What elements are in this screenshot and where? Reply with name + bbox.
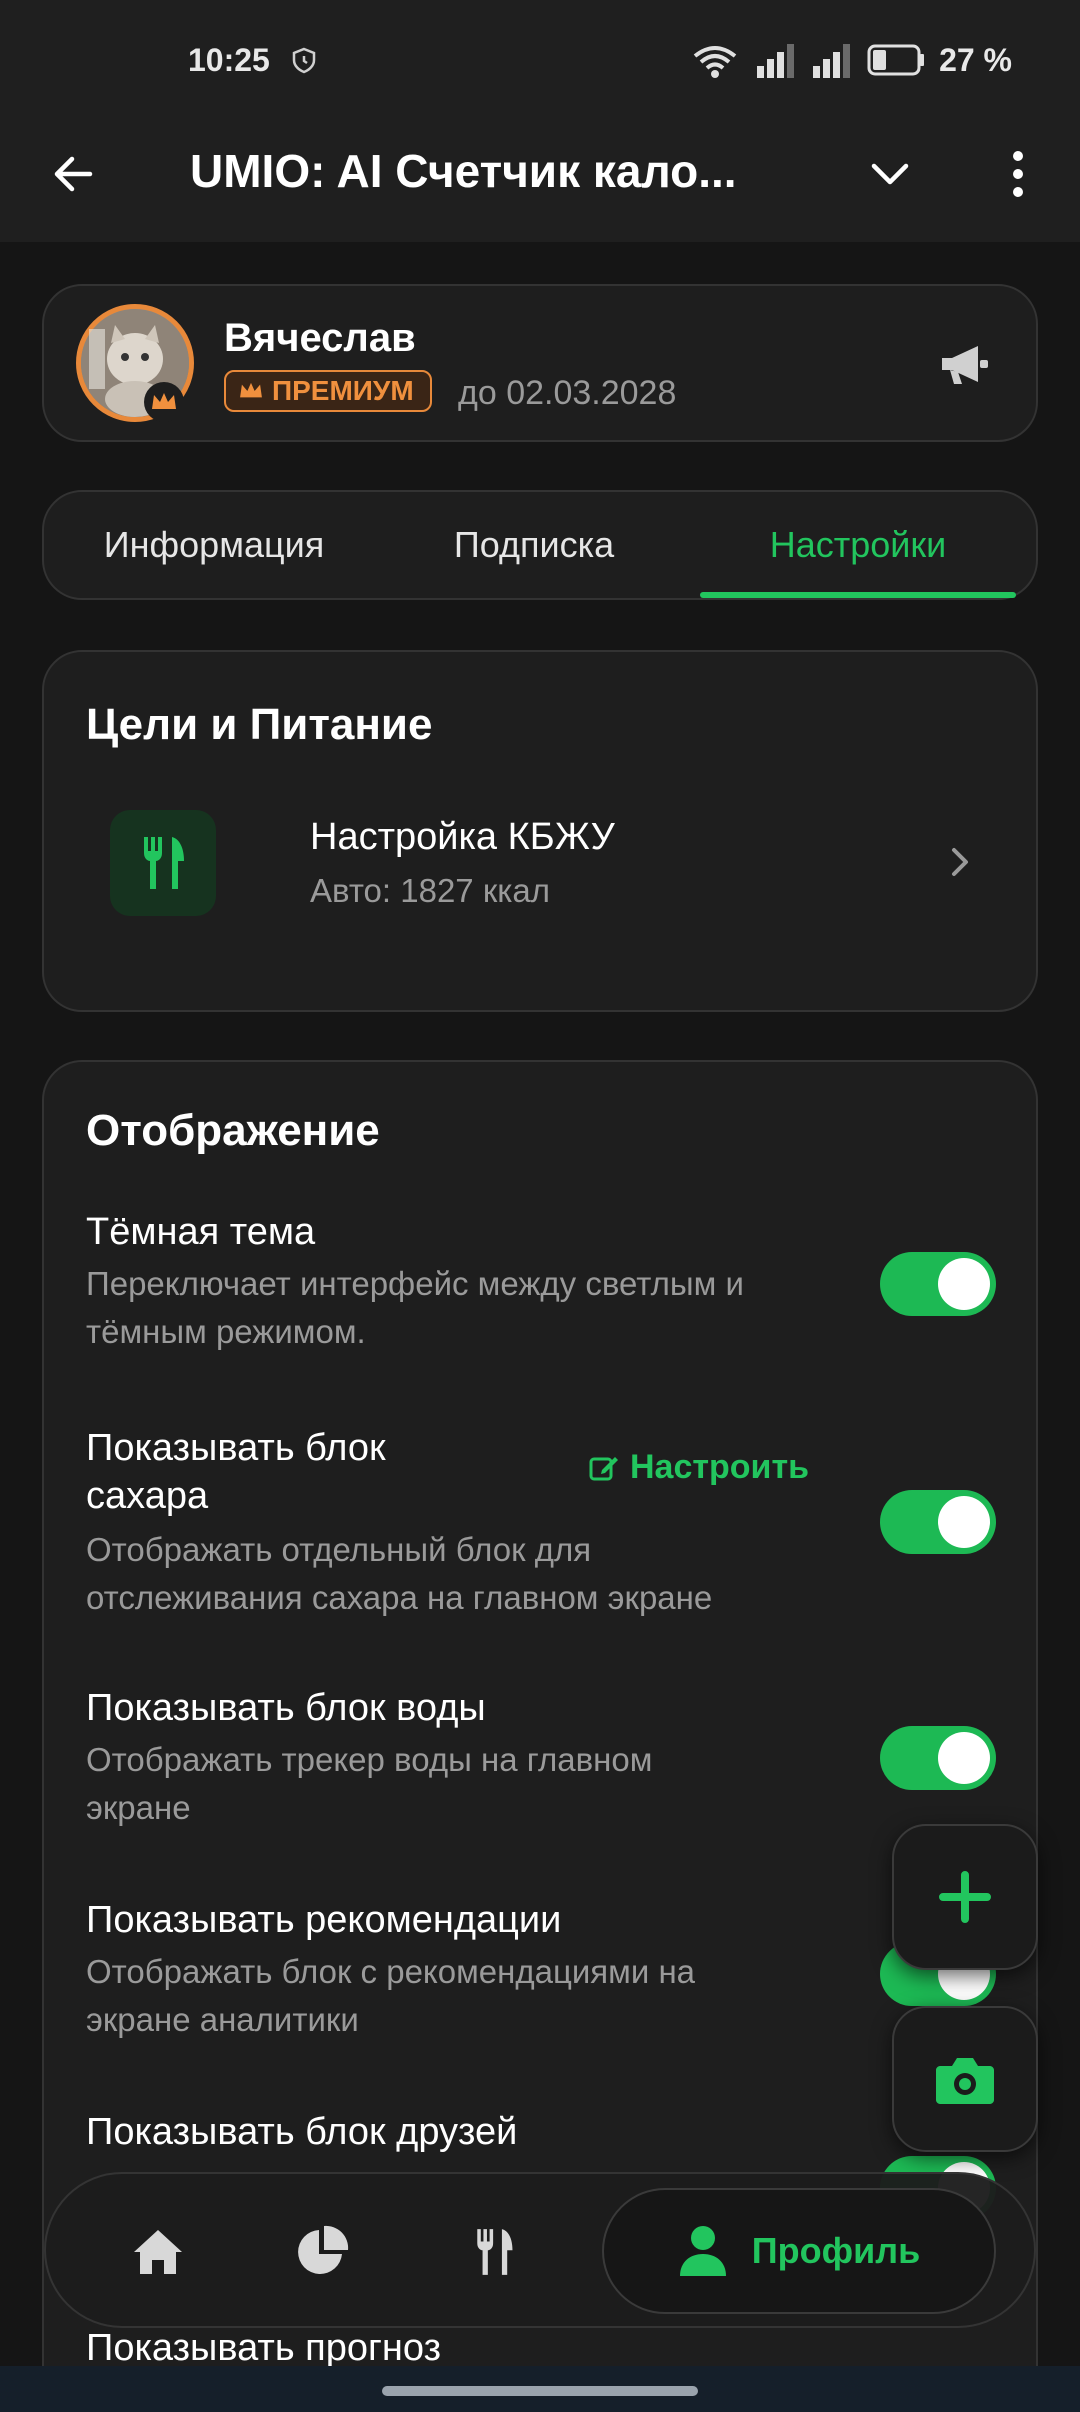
utensils-icon [144, 837, 184, 889]
pie-chart-icon [298, 2225, 349, 2274]
profile-card: Вячеслав ПРЕМИУМ до 02.03.2028 [42, 284, 1038, 442]
crown-badge [144, 382, 184, 422]
goals-section-title: Цели и Питание [86, 700, 433, 749]
megaphone-icon[interactable] [934, 334, 994, 394]
toggle-knob [938, 1496, 990, 1548]
setting-dark-theme-desc-line1: Переключает интерфейс между светлым и [86, 1265, 744, 1302]
configure-sugar-button[interactable]: Настроить [588, 1448, 809, 1487]
battery-percent: 27 % [939, 41, 1012, 78]
nav-food-button[interactable] [458, 2216, 530, 2288]
plus-icon [939, 1871, 991, 1923]
signal-2-icon [813, 44, 851, 78]
home-gesture-pill[interactable] [382, 2386, 698, 2396]
user-name: Вячеслав [224, 316, 416, 360]
premium-expiry: до 02.03.2028 [458, 374, 677, 412]
setting-water-title: Показывать блок воды [86, 1687, 486, 1729]
premium-badge: ПРЕМИУМ [224, 370, 432, 412]
toggle-knob [938, 1258, 990, 1310]
kbju-title: Настройка КБЖУ [310, 816, 615, 858]
setting-sugar-desc-line1: Отображать отдельный блок для [86, 1531, 592, 1568]
setting-dark-theme-title: Тёмная тема [86, 1211, 316, 1253]
status-time: 10:25 [188, 42, 270, 78]
setting-recommendations-title: Показывать рекомендации [86, 1899, 562, 1941]
setting-dark-theme-desc-line2: тёмным режимом. [86, 1313, 366, 1350]
setting-water-desc-line2: экране [86, 1789, 191, 1826]
camera-icon [936, 2058, 994, 2104]
premium-label: ПРЕМИУМ [272, 375, 414, 406]
dark-theme-toggle[interactable] [880, 1252, 996, 1316]
tab-settings[interactable]: Настройки [700, 492, 1016, 598]
nav-analytics-button[interactable] [286, 2216, 358, 2288]
kbju-subtitle: Авто: 1827 ккал [310, 872, 551, 909]
back-arrow-icon[interactable] [44, 144, 104, 204]
configure-label: Настроить [630, 1448, 810, 1486]
setting-water-desc-line1: Отображать трекер воды на главном [86, 1741, 653, 1778]
tab-information[interactable]: Информация [64, 492, 364, 598]
crown-icon [240, 382, 262, 398]
tab-subscription[interactable]: Подписка [384, 492, 684, 598]
home-icon [134, 2230, 182, 2274]
nav-profile-button[interactable]: Профиль [602, 2188, 996, 2314]
setting-sugar-title-line2: сахара [86, 1475, 209, 1517]
display-section-title: Отображение [86, 1106, 380, 1155]
status-bar: 10:25 27 % [0, 0, 1080, 120]
setting-sugar-title-line1: Показывать блок [86, 1427, 386, 1469]
setting-sugar-desc-line2: отслеживания сахара на главном экране [86, 1579, 713, 1616]
setting-recommendations-desc-line1: Отображать блок с рекомендациями на [86, 1953, 696, 1990]
goals-card: Цели и Питание Настройка КБЖУ Авто: 1827… [42, 650, 1038, 1012]
chevron-down-icon[interactable] [860, 144, 920, 204]
battery-icon [867, 44, 925, 76]
nav-home-button[interactable] [122, 2216, 194, 2288]
add-fab-button[interactable] [892, 1824, 1038, 1970]
sugar-block-toggle[interactable] [880, 1490, 996, 1554]
edit-icon [589, 1456, 618, 1480]
setting-friends-title: Показывать блок друзей [86, 2111, 518, 2153]
active-tab-indicator [700, 592, 1016, 598]
profile-tabs: Информация Подписка Настройки [42, 490, 1038, 600]
wifi-icon [693, 46, 737, 78]
user-icon [679, 2226, 726, 2276]
water-block-toggle[interactable] [880, 1726, 996, 1790]
system-nav-bar [0, 2366, 1080, 2412]
app-bar: UMIO: AI Счетчик кало... [0, 120, 1080, 242]
crown-icon [152, 393, 176, 409]
toggle-knob [938, 1732, 990, 1784]
setting-recommendations-desc-line2: экране аналитики [86, 2001, 359, 2038]
kbju-icon-box [110, 810, 216, 916]
app-title: UMIO: AI Счетчик кало... [190, 145, 737, 197]
bottom-navigation: Профиль [44, 2172, 1036, 2328]
nav-profile-label: Профиль [751, 2230, 921, 2271]
setting-forecast-title: Показывать прогноз [86, 2327, 441, 2369]
camera-fab-button[interactable] [892, 2006, 1038, 2152]
signal-1-icon [757, 44, 795, 78]
utensils-icon [477, 2229, 513, 2275]
more-vert-icon[interactable] [988, 144, 1048, 204]
status-right-group: 27 % [689, 40, 1012, 80]
vpn-shield-icon [292, 47, 316, 74]
kbju-settings-row[interactable]: Настройка КБЖУ Авто: 1827 ккал [44, 776, 1036, 944]
chevron-right-icon [952, 848, 968, 876]
